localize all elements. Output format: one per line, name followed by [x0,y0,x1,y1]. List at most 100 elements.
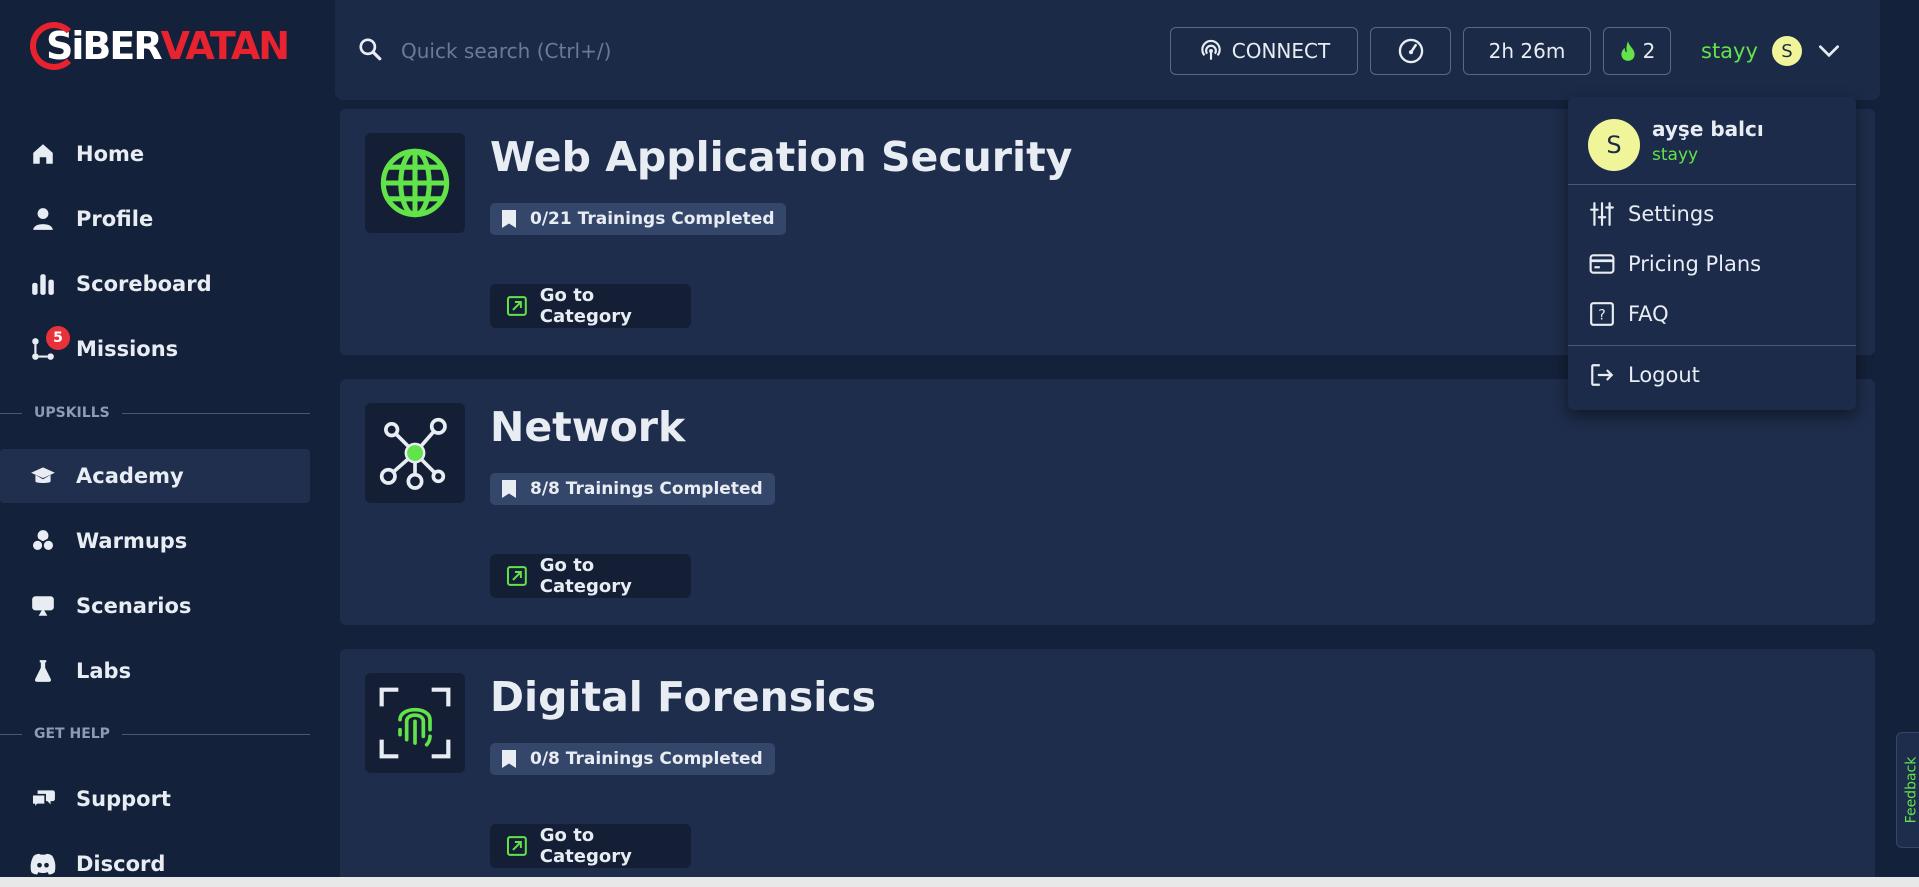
sidebar-item-label: Missions [76,337,179,361]
menu-item-label: Logout [1628,363,1700,387]
sidebar-item-label: Scenarios [76,594,192,618]
sidebar-item-missions[interactable]: 5 Missions [0,322,310,376]
category-card-network: Network 8/8 Trainings Completed Go to Ca… [340,379,1875,625]
bookmark-icon [502,750,516,768]
sidebar-item-profile[interactable]: Profile [0,192,310,246]
feedback-tab[interactable]: Feedback [1896,732,1919,848]
bookmark-icon [502,480,516,498]
training-progress-text: 8/8 Trainings Completed [530,479,763,499]
go-to-category-label: Go to Category [539,825,632,867]
training-progress-text: 0/8 Trainings Completed [530,749,763,769]
streak-button[interactable]: 2 [1603,27,1671,75]
quick-search[interactable] [357,30,857,72]
feedback-label: Feedback [1903,756,1919,824]
sidebar-item-label: Home [76,142,145,166]
menu-divider [1568,345,1856,346]
bar-chart-icon [28,269,58,299]
menu-item-pricing-plans[interactable]: Pricing Plans [1588,244,1838,284]
bookmark-icon [502,210,516,228]
streak-count: 2 [1642,39,1656,63]
go-to-category-button[interactable]: Go to Category [490,554,691,598]
menu-divider [1568,184,1856,185]
sidebar-item-scoreboard[interactable]: Scoreboard [0,257,310,311]
menu-item-label: FAQ [1628,302,1669,326]
sidebar-item-labs[interactable]: Labs [0,644,310,698]
signal-icon [1198,38,1224,64]
warmups-icon [28,526,58,556]
menu-item-label: Pricing Plans [1628,252,1762,276]
missions-count-badge: 5 [46,326,70,350]
user-handle: stayy [1652,145,1699,165]
speedometer-icon [1397,37,1425,65]
go-to-category-label: Go to Category [539,555,632,597]
go-to-category-button[interactable]: Go to Category [490,284,691,328]
window-bottom-edge [0,877,1919,887]
sidebar-item-label: Scoreboard [76,272,212,296]
globe-icon [365,133,465,233]
help-square-icon: ? [1588,300,1616,328]
menu-item-logout[interactable]: Logout [1588,355,1838,395]
fingerprint-icon [365,673,465,773]
user-dropdown-menu: S ayşe balcı stayy Settings Pricing Plan… [1568,97,1856,410]
chat-bubbles-icon [28,784,58,814]
menu-item-label: Settings [1628,202,1715,226]
svg-text:?: ? [1598,307,1605,323]
section-label-upskills: UPSKILLS [0,403,310,423]
sidebar-item-label: Support [76,787,171,811]
chevron-down-icon [1816,38,1842,64]
logo-crescent [30,22,78,70]
category-card-digital-forensics: Digital Forensics 0/8 Trainings Complete… [340,649,1875,887]
category-title: Network [490,403,686,451]
section-label-get-help: GET HELP [0,724,310,744]
sidebar-item-label: Discord [76,852,166,876]
logout-icon [1588,361,1616,389]
external-link-icon [506,566,527,586]
user-menu-toggle[interactable]: stayy S [1701,27,1861,75]
menu-item-faq[interactable]: ? FAQ [1588,294,1838,334]
avatar: S [1771,36,1802,66]
sidebar-item-label: Academy [76,464,184,488]
category-title: Digital Forensics [490,673,876,721]
external-link-icon [506,836,527,856]
flame-icon [1619,40,1637,62]
credit-card-icon [1588,250,1616,278]
logo-text-vatan: VATAN [160,24,290,68]
training-progress-badge: 0/8 Trainings Completed [490,743,775,775]
training-progress-badge: 0/21 Trainings Completed [490,203,787,235]
search-input[interactable] [401,39,821,63]
training-progress-text: 0/21 Trainings Completed [530,209,775,229]
sidebar-item-support[interactable]: Support [0,772,310,826]
home-icon [28,139,58,169]
missions-icon: 5 [28,326,70,364]
sidebar-item-academy[interactable]: Academy [0,449,310,503]
sidebar-item-label: Labs [76,659,132,683]
network-icon [365,403,465,503]
time-remaining: 2h 26m [1488,39,1566,63]
time-remaining-button[interactable]: 2h 26m [1463,27,1591,75]
go-to-category-button[interactable]: Go to Category [490,824,691,868]
logo-text-ber: BER [82,24,162,68]
sidebar-item-home[interactable]: Home [0,127,310,181]
flask-icon [28,656,58,686]
user-icon [28,204,58,234]
scenarios-icon [28,591,58,621]
speedometer-button[interactable] [1370,27,1451,75]
search-icon [357,36,383,66]
sidebar: SiBERVATAN Home Profile Scoreboard 5 Mis… [0,0,320,887]
top-bar: CONNECT 2h 26m 2 stayy S [335,0,1880,100]
sidebar-item-warmups[interactable]: Warmups [0,514,310,568]
go-to-category-label: Go to Category [539,285,632,327]
connect-button[interactable]: CONNECT [1170,27,1358,75]
discord-icon [28,849,58,879]
external-link-icon [506,296,527,316]
menu-item-settings[interactable]: Settings [1588,194,1838,234]
connect-label: CONNECT [1231,39,1331,63]
avatar: S [1588,119,1640,171]
training-progress-badge: 8/8 Trainings Completed [490,473,775,505]
sidebar-item-scenarios[interactable]: Scenarios [0,579,310,633]
category-title: Web Application Security [490,133,1073,181]
graduation-cap-icon [28,461,58,491]
sibervatan-logo[interactable]: SiBERVATAN [28,18,290,74]
sidebar-item-label: Warmups [76,529,188,553]
user-full-name: ayşe balcı [1652,117,1764,141]
